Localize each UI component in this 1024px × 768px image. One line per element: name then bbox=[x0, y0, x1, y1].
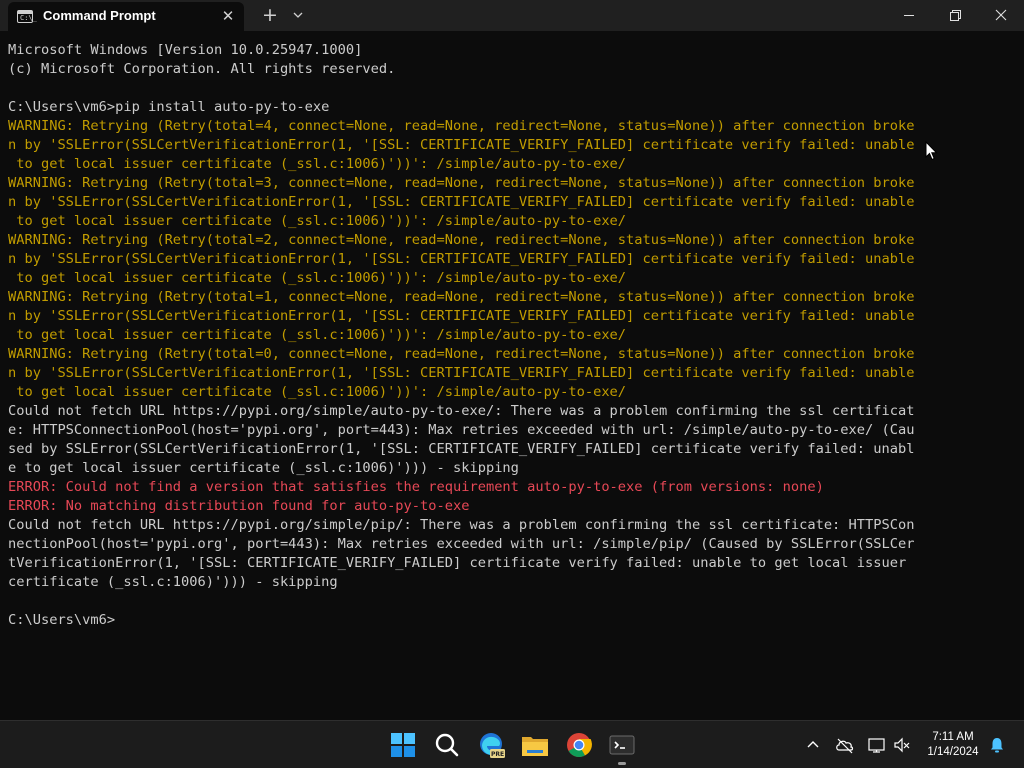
terminal-line: ERROR: No matching distribution found fo… bbox=[8, 498, 470, 514]
terminal-line: tVerificationError(1, '[SSL: CERTIFICATE… bbox=[8, 555, 907, 571]
mouse-pointer-icon bbox=[925, 140, 939, 165]
minimize-icon[interactable] bbox=[886, 0, 932, 31]
new-tab-icon[interactable]: + bbox=[259, 4, 281, 26]
notification-bell-icon[interactable] bbox=[988, 733, 1006, 757]
title-bar: C:\_ Command Prompt ✕ + bbox=[0, 0, 1024, 31]
terminal-line: to get local issuer certificate (_ssl.c:… bbox=[8, 270, 627, 286]
terminal-line: WARNING: Retrying (Retry(total=1, connec… bbox=[8, 289, 915, 305]
clock-date: 1/14/2024 bbox=[927, 746, 979, 758]
terminal-line: C:\Users\vm6> bbox=[8, 612, 116, 628]
close-icon[interactable] bbox=[978, 0, 1024, 31]
terminal-line: Could not fetch URL https://pypi.org/sim… bbox=[8, 517, 915, 533]
chevron-down-icon[interactable] bbox=[288, 4, 308, 26]
chevron-up-icon[interactable] bbox=[804, 733, 822, 757]
command-prompt-icon: C:\_ bbox=[17, 10, 37, 23]
terminal-line: n by 'SSLError(SSLCertVerificationError(… bbox=[8, 251, 915, 267]
terminal-line: WARNING: Retrying (Retry(total=2, connec… bbox=[8, 232, 915, 248]
clock-time: 7:11 AM bbox=[932, 731, 974, 743]
chrome-icon[interactable] bbox=[563, 729, 595, 761]
restore-icon[interactable] bbox=[932, 0, 978, 31]
terminal-line: Microsoft Windows [Version 10.0.25947.10… bbox=[8, 42, 363, 58]
file-explorer-icon[interactable] bbox=[519, 729, 551, 761]
terminal-line: WARNING: Retrying (Retry(total=4, connec… bbox=[8, 118, 915, 134]
terminal-line: e: HTTPSConnectionPool(host='pypi.org', … bbox=[8, 422, 915, 438]
tab-close-icon[interactable]: ✕ bbox=[218, 6, 238, 26]
onedrive-offline-icon[interactable] bbox=[834, 733, 856, 757]
terminal-line: sed by SSLError(SSLCertVerificationError… bbox=[8, 441, 915, 457]
terminal-line: to get local issuer certificate (_ssl.c:… bbox=[8, 384, 627, 400]
start-icon[interactable] bbox=[387, 729, 419, 761]
terminal-icon[interactable] bbox=[606, 729, 638, 761]
terminal-line: n by 'SSLError(SSLCertVerificationError(… bbox=[8, 137, 915, 153]
terminal-output[interactable]: Microsoft Windows [Version 10.0.25947.10… bbox=[0, 31, 1024, 720]
network-icon[interactable] bbox=[866, 733, 888, 757]
running-indicator bbox=[618, 762, 626, 765]
taskbar-clock[interactable]: 7:11 AM 1/14/2024 bbox=[918, 730, 988, 760]
terminal-line: n by 'SSLError(SSLCertVerificationError(… bbox=[8, 308, 915, 324]
search-icon[interactable] bbox=[431, 729, 463, 761]
terminal-line: nectionPool(host='pypi.org', port=443): … bbox=[8, 536, 915, 552]
terminal-line: e to get local issuer certificate (_ssl.… bbox=[8, 460, 519, 476]
terminal-line: n by 'SSLError(SSLCertVerificationError(… bbox=[8, 365, 915, 381]
terminal-line: to get local issuer certificate (_ssl.c:… bbox=[8, 327, 627, 343]
terminal-line: to get local issuer certificate (_ssl.c:… bbox=[8, 156, 627, 172]
terminal-line: ERROR: Could not find a version that sat… bbox=[8, 479, 824, 495]
volume-muted-icon[interactable] bbox=[892, 733, 912, 757]
terminal-line: C:\Users\vm6>pip install auto-py-to-exe bbox=[8, 99, 330, 115]
terminal-line: to get local issuer certificate (_ssl.c:… bbox=[8, 213, 627, 229]
taskbar: PRE 7:11 AM 1/14/2024 bbox=[0, 720, 1024, 768]
terminal-line: certificate (_ssl.c:1006)'))) - skipping bbox=[8, 574, 338, 590]
terminal-line: WARNING: Retrying (Retry(total=0, connec… bbox=[8, 346, 915, 362]
terminal-line: Could not fetch URL https://pypi.org/sim… bbox=[8, 403, 915, 419]
edge-beta-icon[interactable]: PRE bbox=[475, 729, 507, 761]
terminal-line: (c) Microsoft Corporation. All rights re… bbox=[8, 61, 396, 77]
tab-title: Command Prompt bbox=[43, 8, 156, 23]
svg-text:PRE: PRE bbox=[491, 751, 504, 758]
terminal-line: n by 'SSLError(SSLCertVerificationError(… bbox=[8, 194, 915, 210]
terminal-line: WARNING: Retrying (Retry(total=3, connec… bbox=[8, 175, 915, 191]
tab-command-prompt[interactable]: C:\_ Command Prompt ✕ bbox=[8, 2, 244, 31]
